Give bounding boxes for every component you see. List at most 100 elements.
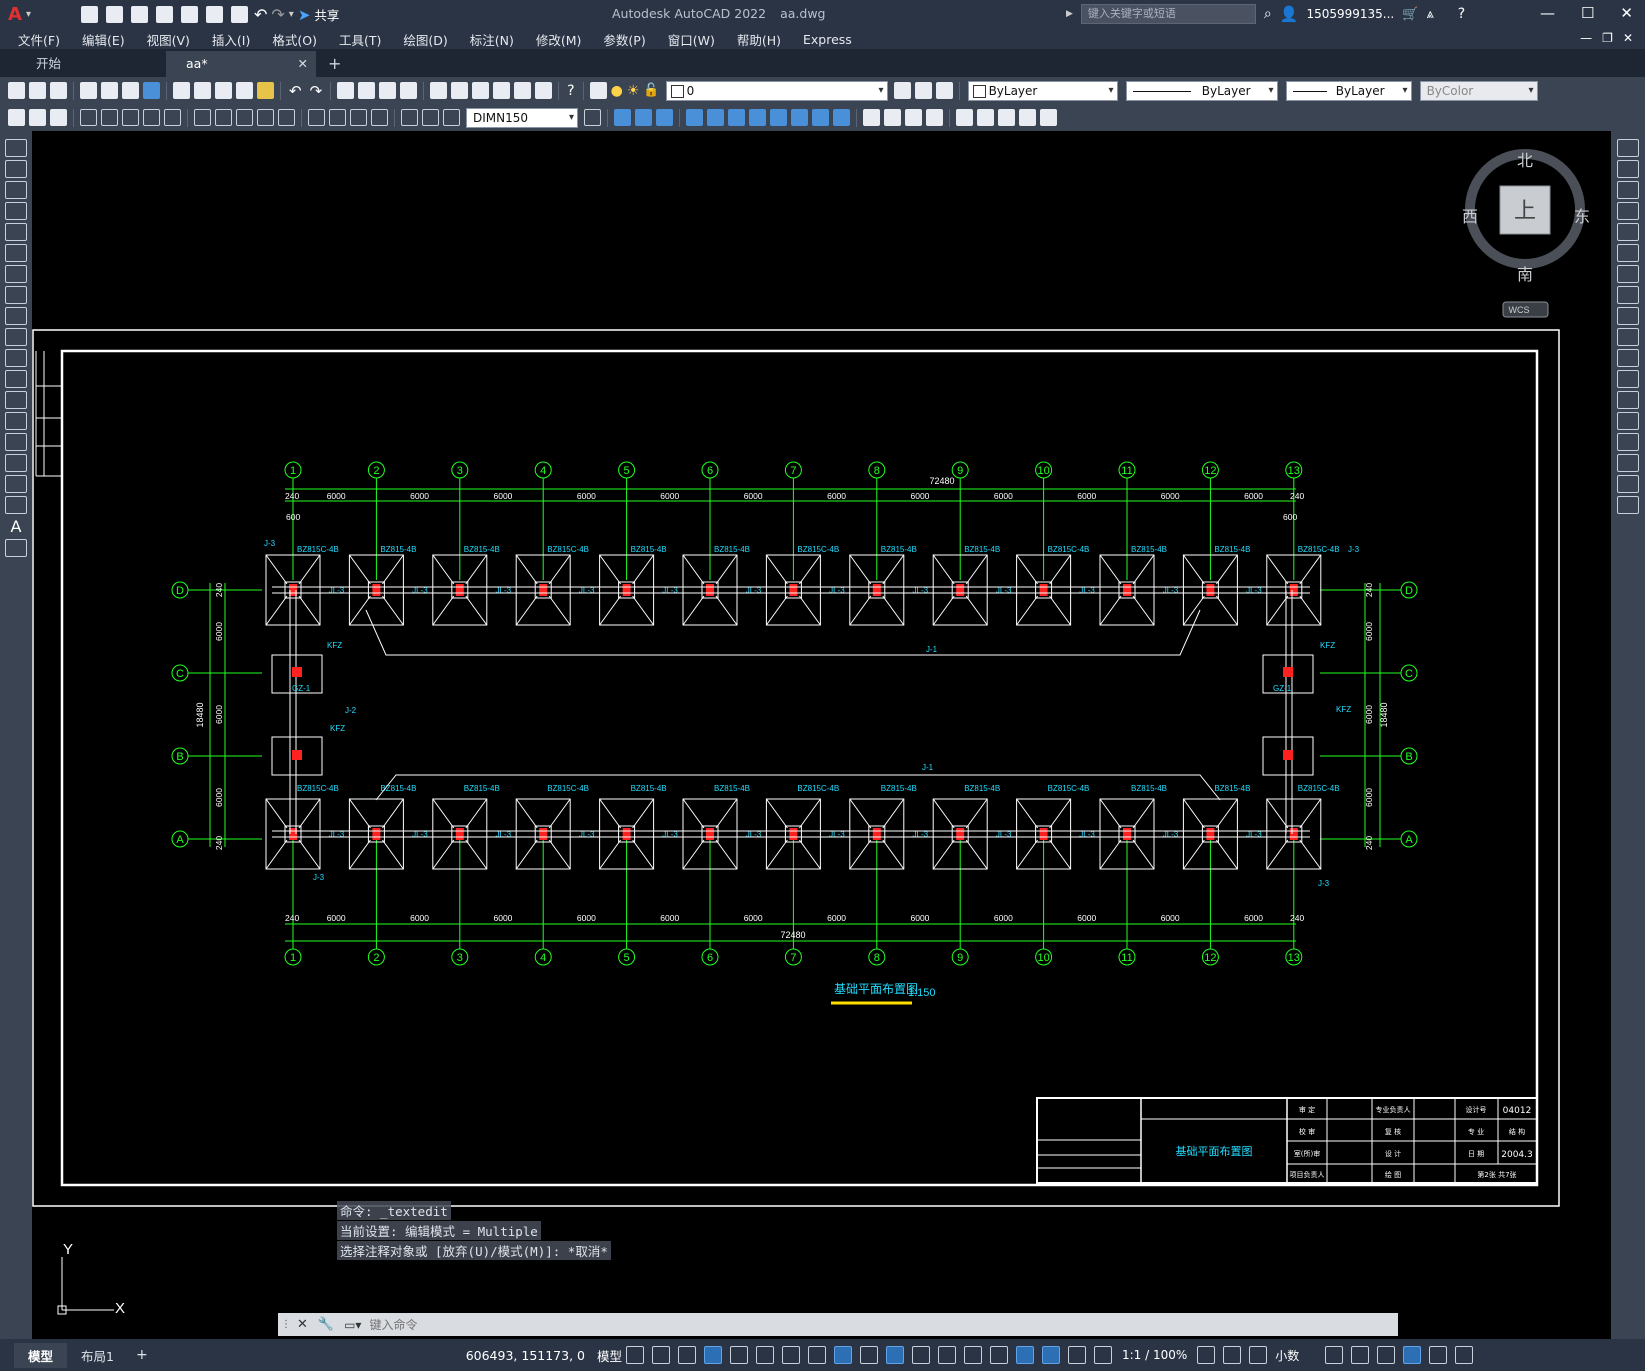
cut-icon[interactable] — [173, 82, 190, 99]
quick-dim-icon[interactable] — [194, 109, 211, 126]
save-toolbar-icon[interactable] — [50, 82, 67, 99]
zoom-previous-icon[interactable] — [400, 82, 418, 99]
publish-icon[interactable] — [122, 82, 139, 99]
break-icon[interactable] — [1617, 391, 1639, 409]
maximize-button[interactable]: ☐ — [1581, 4, 1594, 22]
menu-parametric[interactable]: 参数(P) — [603, 30, 645, 49]
spline-icon[interactable] — [5, 307, 27, 325]
3d-dwf-icon[interactable] — [143, 82, 160, 99]
erase-icon[interactable] — [1617, 139, 1639, 157]
check-icon[interactable] — [956, 109, 973, 126]
object-snap-tracking-icon[interactable] — [808, 1346, 826, 1364]
delete-faces-icon[interactable] — [749, 109, 766, 126]
rectangle-icon[interactable] — [5, 223, 27, 241]
center-mark-icon[interactable] — [329, 109, 346, 126]
close-button[interactable]: ✕ — [1620, 4, 1633, 22]
polygon-icon[interactable] — [5, 202, 27, 220]
autocad-logo-icon[interactable]: A — [8, 4, 22, 25]
fillet-icon[interactable] — [1617, 454, 1639, 472]
viewcube-north[interactable]: 北 — [1517, 151, 1533, 170]
separate-icon[interactable] — [905, 109, 922, 126]
region-icon[interactable] — [5, 475, 27, 493]
new-tab-button[interactable]: + — [316, 51, 353, 77]
extrude-faces-icon[interactable] — [686, 109, 703, 126]
tab-aa[interactable]: aa* ✕ — [166, 51, 316, 77]
model-space-button[interactable]: 模型 — [597, 1346, 622, 1365]
tool-palettes-icon[interactable] — [472, 82, 490, 99]
stretch-icon[interactable] — [1617, 307, 1639, 325]
layer-states-icon[interactable] — [935, 82, 953, 99]
autodesk-a360-icon[interactable]: ⩓ — [1426, 7, 1433, 22]
ortho-icon[interactable] — [730, 1346, 748, 1364]
dim-space-icon[interactable] — [257, 109, 274, 126]
annotation-scale-value[interactable]: 1:1 / 100% — [1122, 1348, 1187, 1362]
viewcube-east[interactable]: 东 — [1574, 207, 1590, 226]
sheet-set-icon[interactable] — [493, 82, 511, 99]
make-current-layer-icon[interactable] — [893, 82, 911, 99]
minimize-button[interactable]: — — [1540, 4, 1555, 22]
search-expand-icon[interactable]: ▶ — [1066, 9, 1073, 19]
undo-toolbar-icon[interactable]: ↶ — [289, 82, 302, 100]
clean-screen-icon[interactable] — [1429, 1346, 1448, 1364]
add-selected-icon[interactable] — [5, 539, 27, 557]
extend-icon[interactable] — [1617, 349, 1639, 367]
menu-modify[interactable]: 修改(M) — [536, 30, 582, 49]
viewcube-west[interactable]: 西 — [1462, 207, 1478, 226]
offset-icon[interactable] — [1617, 202, 1639, 220]
object-snap-icon[interactable] — [834, 1346, 852, 1364]
lock-ui-icon[interactable] — [1351, 1346, 1370, 1364]
ellipse-icon[interactable] — [5, 328, 27, 346]
isodraft-icon[interactable] — [782, 1346, 800, 1364]
cart-icon[interactable]: 🛒 — [1402, 7, 1418, 22]
lineweight-dropdown[interactable]: ByLayer — [1285, 80, 1412, 101]
open-web-icon[interactable] — [180, 6, 198, 23]
layer-previous-icon[interactable] — [914, 82, 932, 99]
shell-icon[interactable] — [926, 109, 943, 126]
radius-dim-icon[interactable] — [101, 109, 118, 126]
zoom-window-icon[interactable] — [379, 82, 397, 99]
new-layout-button[interactable]: + — [128, 1344, 156, 1366]
customization-icon[interactable] — [1455, 1346, 1474, 1364]
aligned-dim-icon[interactable] — [29, 109, 46, 126]
section-icon[interactable] — [998, 109, 1015, 126]
layout-tab-1[interactable]: 布局1 — [67, 1343, 128, 1368]
insert-block-icon[interactable] — [5, 370, 27, 388]
viewcube-south[interactable]: 南 — [1517, 265, 1533, 284]
point-icon[interactable] — [5, 412, 27, 430]
doc-close-button[interactable]: ✕ — [1623, 31, 1633, 45]
doc-restore-button[interactable]: ❐ — [1602, 31, 1613, 45]
scale-icon[interactable] — [1617, 286, 1639, 304]
table-icon[interactable] — [5, 496, 27, 514]
menu-edit[interactable]: 编辑(E) — [82, 30, 125, 49]
dynamic-input-icon[interactable] — [704, 1346, 722, 1364]
hatch-icon[interactable] — [5, 433, 27, 451]
save-icon[interactable] — [130, 6, 148, 23]
revcloud-icon[interactable] — [5, 286, 27, 304]
graphics-performance-icon[interactable] — [1403, 1346, 1422, 1364]
auto-scale-icon[interactable] — [1068, 1346, 1086, 1364]
command-customize-icon[interactable]: 🔧 — [318, 1317, 334, 1332]
blend-icon[interactable] — [1617, 475, 1639, 493]
color-faces-icon[interactable] — [833, 109, 850, 126]
redo-icon[interactable]: ↷ — [271, 5, 284, 24]
design-center-icon[interactable] — [451, 82, 469, 99]
tab-close-icon[interactable]: ✕ — [298, 51, 308, 77]
infer-constraints-icon[interactable] — [678, 1346, 696, 1364]
ordinate-dim-icon[interactable] — [80, 109, 97, 126]
dim-update-icon[interactable] — [443, 109, 460, 126]
share-button[interactable]: 共享 — [314, 5, 339, 24]
trim-icon[interactable] — [1617, 328, 1639, 346]
menu-draw[interactable]: 绘图(D) — [403, 30, 447, 49]
help-icon[interactable]: ? — [1458, 6, 1465, 22]
polyline-icon[interactable] — [5, 181, 27, 199]
taper-faces-icon[interactable] — [791, 109, 808, 126]
clean-icon[interactable] — [884, 109, 901, 126]
drawing-svg[interactable]: 1600026000360004600056000660007600086000… — [32, 131, 1611, 1339]
mtext-icon[interactable]: A — [0, 517, 32, 536]
layer-lock-icon[interactable]: 🔓 — [643, 83, 659, 98]
transparency-icon[interactable] — [886, 1346, 904, 1364]
continue-dim-icon[interactable] — [236, 109, 253, 126]
plot-icon[interactable] — [230, 6, 248, 23]
dimstyle-manager-icon[interactable] — [584, 109, 601, 126]
subtract-icon[interactable] — [635, 109, 652, 126]
